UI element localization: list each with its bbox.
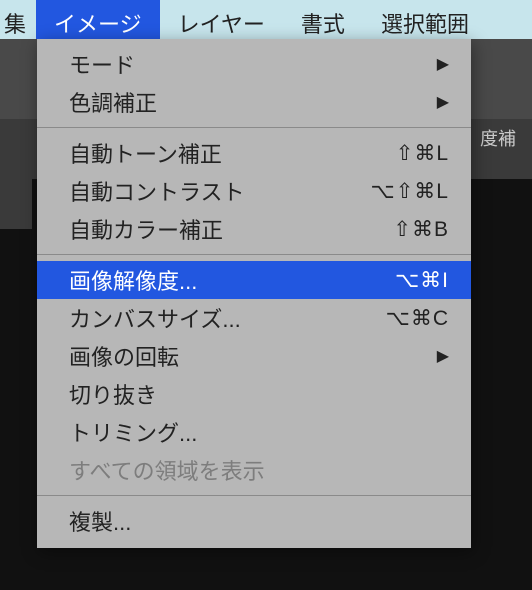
submenu-arrow-icon: ▶ bbox=[437, 92, 449, 112]
submenu-arrow-icon: ▶ bbox=[437, 54, 449, 74]
menu-separator bbox=[37, 495, 471, 496]
menu-item[interactable]: 自動カラー補正⇧⌘B bbox=[37, 210, 471, 248]
menubar-item-label: 集 bbox=[4, 7, 26, 39]
menu-item-label: 自動コントラスト bbox=[69, 175, 371, 207]
menu-item-shortcut: ⌥⌘I bbox=[395, 268, 449, 293]
menubar-item-label: レイヤー bbox=[178, 7, 265, 39]
menubar-item-label: 選択範囲 bbox=[381, 7, 469, 39]
menu-item-label: すべての領域を表示 bbox=[69, 454, 449, 486]
menu-item[interactable]: カンバスサイズ...⌥⌘C bbox=[37, 299, 471, 337]
menu-item-shortcut: ⇧⌘L bbox=[396, 141, 449, 166]
menu-item[interactable]: 自動コントラスト⌥⇧⌘L bbox=[37, 172, 471, 210]
menu-item-label: カンバスサイズ... bbox=[69, 302, 386, 334]
left-sidebar-fragment bbox=[0, 179, 32, 229]
image-menu-dropdown: モード▶色調補正▶自動トーン補正⇧⌘L自動コントラスト⌥⇧⌘L自動カラー補正⇧⌘… bbox=[37, 39, 471, 548]
menu-item-label: トリミング... bbox=[69, 416, 449, 448]
menu-item[interactable]: 切り抜き bbox=[37, 375, 471, 413]
menu-item[interactable]: トリミング... bbox=[37, 413, 471, 451]
menu-item-label: 複製... bbox=[69, 505, 449, 537]
menu-item[interactable]: 色調補正▶ bbox=[37, 83, 471, 121]
menu-item-label: 色調補正 bbox=[69, 86, 437, 118]
menu-separator bbox=[37, 127, 471, 128]
menu-item: すべての領域を表示 bbox=[37, 451, 471, 489]
menubar-item-0[interactable]: 集 bbox=[0, 0, 36, 39]
menu-item-shortcut: ⌥⇧⌘L bbox=[371, 179, 449, 204]
submenu-arrow-icon: ▶ bbox=[437, 346, 449, 366]
menu-item[interactable]: 自動トーン補正⇧⌘L bbox=[37, 134, 471, 172]
menu-item-shortcut: ⇧⌘B bbox=[393, 217, 449, 242]
menu-item[interactable]: 画像の回転▶ bbox=[37, 337, 471, 375]
menu-item[interactable]: 複製... bbox=[37, 502, 471, 540]
menu-item-shortcut: ⌥⌘C bbox=[386, 306, 449, 331]
menubar-item-1[interactable]: イメージ bbox=[36, 0, 160, 39]
menu-item[interactable]: 画像解像度...⌥⌘I bbox=[37, 261, 471, 299]
menubar: 集イメージ レイヤー 書式 選択範囲 bbox=[0, 0, 532, 39]
menu-item-label: 画像解像度... bbox=[69, 264, 395, 296]
menubar-item-label: 書式 bbox=[301, 7, 345, 39]
menubar-item-label: イメージ bbox=[54, 7, 142, 39]
menubar-item-4[interactable]: 選択範囲 bbox=[363, 0, 487, 39]
menu-item[interactable]: モード▶ bbox=[37, 45, 471, 83]
menu-item-label: 画像の回転 bbox=[69, 340, 437, 372]
menu-item-label: モード bbox=[69, 48, 437, 80]
menu-item-label: 自動トーン補正 bbox=[69, 137, 396, 169]
toolbar-fragment-text: 度補 bbox=[480, 129, 516, 149]
menubar-item-3[interactable]: 書式 bbox=[283, 0, 363, 39]
menubar-item-2[interactable]: レイヤー bbox=[160, 0, 283, 39]
menu-item-label: 切り抜き bbox=[69, 378, 449, 410]
menu-separator bbox=[37, 254, 471, 255]
menu-item-label: 自動カラー補正 bbox=[69, 213, 393, 245]
